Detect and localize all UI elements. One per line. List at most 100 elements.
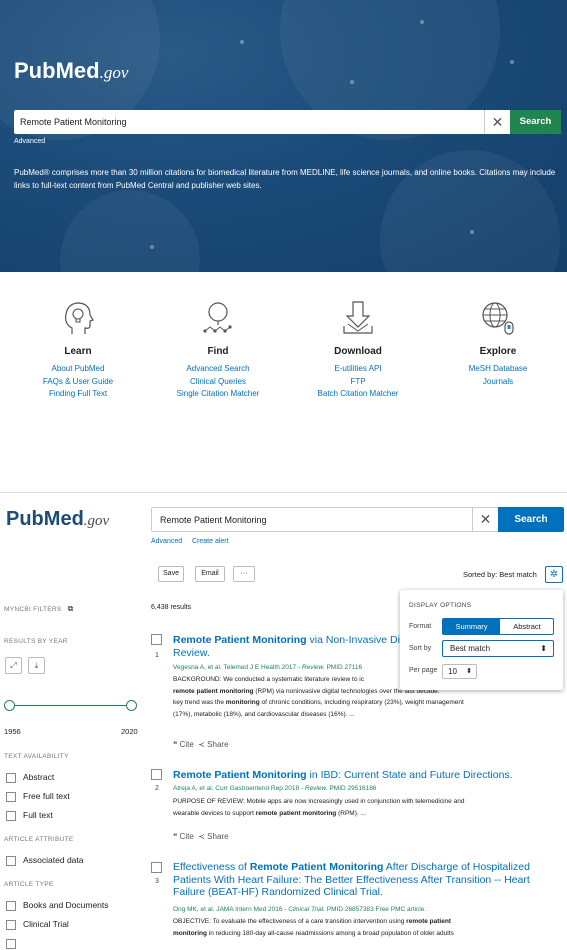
cite-type: Clinical Trial. <box>288 906 325 913</box>
advanced-link[interactable]: Advanced <box>151 538 182 545</box>
link-faqs[interactable]: FAQs & User Guide <box>8 376 148 389</box>
share-icon: ≺ <box>198 832 205 841</box>
updown-icon: ⬍ <box>466 668 472 675</box>
format-abstract-option[interactable]: Abstract <box>500 619 554 634</box>
results-by-year-heading: RESULTS BY YEAR <box>4 638 68 645</box>
logo-gov: .gov <box>99 63 129 82</box>
share-label: Share <box>207 740 229 749</box>
result-citation: Vegesna A, et al. Telemed J E Health 201… <box>173 664 362 671</box>
year-slider-track[interactable] <box>9 705 132 706</box>
sort-select[interactable]: Best match ⬍ <box>442 640 554 657</box>
pubmed-logo[interactable]: PubMed.gov <box>14 58 128 84</box>
home-search-bar: ✕ Search <box>14 110 561 134</box>
year-slider-end-handle[interactable] <box>126 700 137 711</box>
bg-dot <box>240 40 244 44</box>
save-button[interactable]: Save <box>158 566 184 582</box>
title-text: via Non-Invasive Dig <box>306 634 406 646</box>
filter-label: Associated data <box>23 855 84 865</box>
format-label: Format <box>409 623 432 630</box>
card-title: Learn <box>64 346 92 357</box>
clear-icon[interactable]: ✕ <box>484 110 510 134</box>
result-citation: Atreja A, et al. Curr Gastroenterol Rep … <box>173 785 376 792</box>
bg-bubble <box>60 190 200 272</box>
snippet-text: (17%), metabolic (18%), and cardiovascul… <box>173 710 355 718</box>
cite-pmid: PMID 26857383 Free PMC article. <box>324 906 427 913</box>
sorted-by-label: Sorted by: Best match <box>463 570 537 579</box>
link-about-pubmed[interactable]: About PubMed <box>8 363 148 376</box>
snippet-text: wearable devices to support <box>173 809 256 817</box>
title-text: Review. <box>173 646 210 659</box>
link-advanced-search[interactable]: Advanced Search <box>148 363 288 376</box>
download-icon[interactable]: ⤓ <box>28 657 45 674</box>
checkbox[interactable] <box>6 901 16 911</box>
title-highlight: Remote Patient Monitoring <box>173 634 307 646</box>
clear-icon[interactable]: ✕ <box>472 508 498 531</box>
text-availability-heading: TEXT AVAILABILITY <box>4 753 69 760</box>
title-highlight: Remote Patient Monitoring <box>249 861 384 873</box>
result-title-link[interactable]: Remote Patient Monitoring in IBD: Curren… <box>173 769 513 782</box>
card-explore: Explore MeSH Database Journals <box>428 298 567 388</box>
pubmed-logo-results[interactable]: PubMed.gov <box>6 508 109 531</box>
checkbox[interactable] <box>6 811 16 821</box>
home-search-button[interactable]: Search <box>510 110 561 134</box>
result-number: 2 <box>155 785 159 792</box>
external-link-icon[interactable]: ⧉ <box>68 604 74 613</box>
results-search-input[interactable] <box>160 512 460 528</box>
article-type-heading: ARTICLE TYPE <box>4 881 54 888</box>
cite-button[interactable]: ❝ Cite <box>173 740 194 749</box>
myncbi-filters-heading[interactable]: MYNCBI FILTERS ⧉ <box>4 604 74 614</box>
link-eutilities-api[interactable]: E-utilities API <box>288 363 428 376</box>
result-checkbox[interactable] <box>151 634 162 645</box>
result-title-link[interactable]: Remote Patient Monitoring via Non-Invasi… <box>173 634 406 659</box>
link-finding-full-text[interactable]: Finding Full Text <box>8 388 148 401</box>
result-checkbox[interactable] <box>151 769 162 780</box>
filter-label: Books and Documents <box>23 900 109 910</box>
card-title: Find <box>207 346 229 357</box>
year-slider-start-handle[interactable] <box>4 700 15 711</box>
cite-type: Review. <box>304 785 328 792</box>
results-count: 6,438 results <box>151 604 192 611</box>
home-hero: PubMed.gov ✕ Search Advanced PubMed® com… <box>0 0 567 272</box>
link-ftp[interactable]: FTP <box>288 376 428 389</box>
result-checkbox[interactable] <box>151 862 162 873</box>
result-title-link[interactable]: Effectiveness of Remote Patient Monitori… <box>173 861 530 899</box>
link-journals[interactable]: Journals <box>428 376 567 389</box>
result-actions: ❝ Cite ≺ Share <box>173 740 229 749</box>
filter-label: Free full text <box>23 791 70 801</box>
title-text: After Discharge of Hospitalized <box>383 861 530 873</box>
logo-med: Med <box>55 58 100 83</box>
expand-icon[interactable]: ⤢ <box>5 657 22 674</box>
checkbox[interactable] <box>6 792 16 802</box>
email-button[interactable]: Email <box>195 566 225 582</box>
bg-dot <box>150 245 154 249</box>
filter-label: Abstract <box>23 772 55 782</box>
results-search-button[interactable]: Search <box>498 507 564 532</box>
home-search-input[interactable] <box>20 113 470 131</box>
create-alert-link[interactable]: Create alert <box>192 538 229 545</box>
link-clinical-queries[interactable]: Clinical Queries <box>148 376 288 389</box>
snippet-highlight: remote patient monitoring <box>173 687 254 695</box>
link-mesh-database[interactable]: MeSH Database <box>428 363 567 376</box>
advanced-link[interactable]: Advanced <box>14 138 45 145</box>
snippet-text: OBJECTIVE: To evaluate the effectiveness… <box>173 918 407 925</box>
magnifier-molecule-icon <box>198 298 238 338</box>
checkbox[interactable] <box>6 939 16 949</box>
per-page-value: 10 <box>448 667 457 676</box>
card-download: Download E-utilities API FTP Batch Citat… <box>288 298 428 401</box>
checkbox[interactable] <box>6 920 16 930</box>
link-batch-citation-matcher[interactable]: Batch Citation Matcher <box>288 388 428 401</box>
per-page-select[interactable]: 10 ⬍ <box>442 664 477 679</box>
bg-dot <box>420 20 424 24</box>
display-options-gear-icon[interactable]: ✲ <box>545 566 563 583</box>
more-actions-button[interactable]: ··· <box>233 566 255 582</box>
per-page-label: Per page <box>409 667 438 674</box>
share-button[interactable]: ≺ Share <box>198 740 228 749</box>
link-single-citation-matcher[interactable]: Single Citation Matcher <box>148 388 288 401</box>
myncbi-filters-label: MYNCBI FILTERS <box>4 606 62 613</box>
result-citation: Ong MK, et al. JAMA Intern Med 2016 - Cl… <box>173 906 426 913</box>
checkbox[interactable] <box>6 856 16 866</box>
cite-button[interactable]: ❝ Cite <box>173 832 194 841</box>
checkbox[interactable] <box>6 773 16 783</box>
share-button[interactable]: ≺ Share <box>198 832 228 841</box>
format-summary-option[interactable]: Summary <box>443 619 500 634</box>
